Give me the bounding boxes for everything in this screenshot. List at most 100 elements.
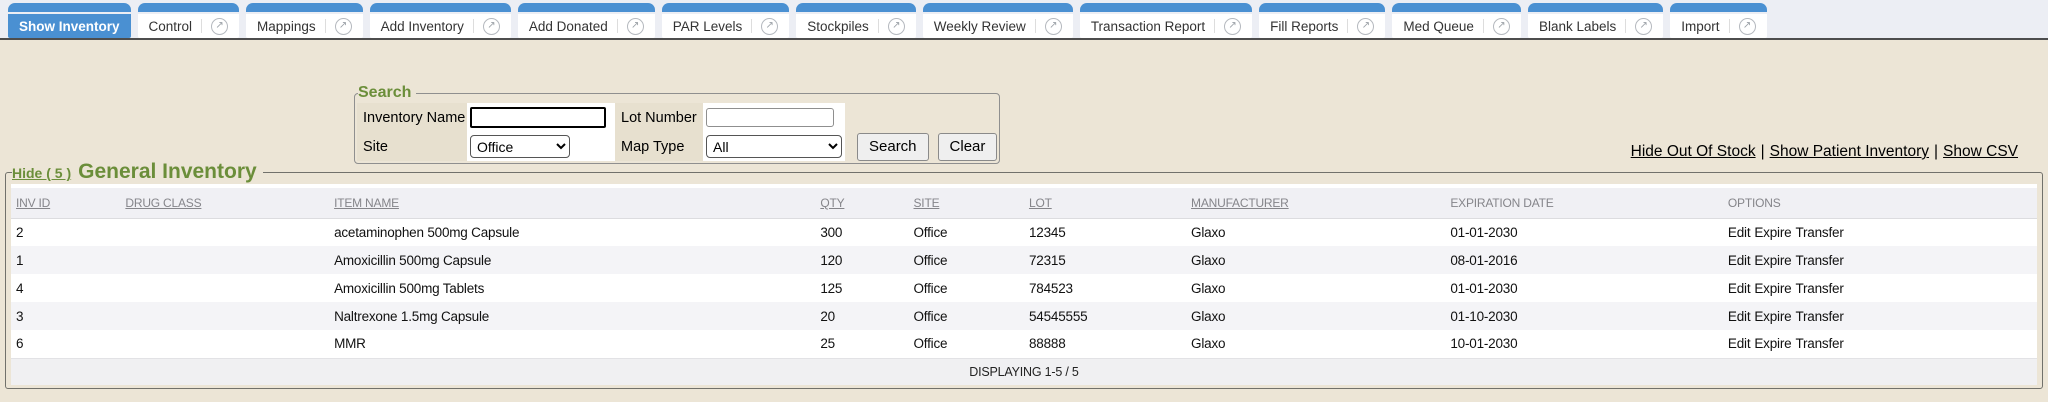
tab-stockpiles[interactable]: Stockpiles↗ — [796, 0, 916, 38]
cell-item-name: MMR — [329, 330, 815, 358]
column-header-drug-class[interactable]: DRUG CLASS — [120, 188, 329, 218]
transfer-link[interactable]: Transfer — [1795, 336, 1843, 351]
edit-link[interactable]: Edit — [1728, 309, 1750, 324]
tab-add-donated[interactable]: Add Donated↗ — [518, 0, 655, 38]
tab-cap — [1259, 3, 1385, 12]
tab-mappings[interactable]: Mappings ↗ — [246, 0, 363, 38]
tab-show-inventory[interactable]: Show Inventory — [8, 0, 131, 38]
tab-blank-labels[interactable]: Blank Labels↗ — [1528, 0, 1663, 38]
open-in-new-icon[interactable]: ↗ — [761, 18, 778, 35]
tab-fill-reports[interactable]: Fill Reports↗ — [1259, 0, 1385, 38]
clear-button[interactable]: Clear — [938, 133, 998, 161]
edit-link[interactable]: Edit — [1728, 281, 1750, 296]
transfer-link[interactable]: Transfer — [1795, 225, 1843, 240]
cell-options: Edit Expire Transfer — [1723, 246, 2037, 274]
open-in-new-icon[interactable]: ↗ — [1739, 18, 1756, 35]
search-grid: Inventory Name Lot Number Site Office Ma… — [357, 103, 997, 161]
show-patient-inventory-link[interactable]: Show Patient Inventory — [1770, 143, 1929, 160]
site-cell: Office — [467, 132, 615, 161]
open-in-new-icon[interactable]: ↗ — [627, 18, 644, 35]
tab-bar: Show InventoryControl↗Mappings↗Add Inven… — [0, 0, 2048, 40]
tab-cap — [370, 3, 511, 12]
tab-label: PAR Levels — [673, 19, 743, 34]
column-header-site[interactable]: SITE — [909, 188, 1024, 218]
expire-link[interactable]: Expire — [1754, 309, 1791, 324]
column-header-manufacturer[interactable]: MANUFACTURER — [1186, 188, 1445, 218]
open-in-new-icon[interactable]: ↗ — [1493, 18, 1510, 35]
tab-weekly-review[interactable]: Weekly Review↗ — [923, 0, 1073, 38]
hide-count-link[interactable]: Hide ( 5 ) — [12, 165, 71, 181]
general-inventory-panel: Hide ( 5 ) General Inventory INV IDDRUG … — [5, 160, 2043, 389]
general-inventory-title: General Inventory — [78, 160, 257, 184]
lot-number-input[interactable] — [706, 108, 834, 127]
cell-item-name: Naltrexone 1.5mg Capsule — [329, 302, 815, 330]
open-in-new-icon[interactable]: ↗ — [1357, 18, 1374, 35]
expire-link[interactable]: Expire — [1754, 336, 1791, 351]
expire-link[interactable]: Expire — [1754, 225, 1791, 240]
hide-out-of-stock-link[interactable]: Hide Out Of Stock — [1631, 143, 1756, 160]
general-inventory-legend: Hide ( 5 ) General Inventory — [12, 160, 263, 184]
cell-qty: 120 — [815, 246, 908, 274]
map-type-label: Map Type — [615, 132, 703, 161]
tab-add-inventory[interactable]: Add Inventory ↗ — [370, 0, 511, 38]
search-grid-spacer — [845, 103, 997, 132]
column-header-lot[interactable]: LOT — [1024, 188, 1186, 218]
tab-cap — [138, 3, 240, 12]
tab-par-levels[interactable]: PAR Levels ↗ — [662, 0, 790, 38]
inventory-row: 4Amoxicillin 500mg Tablets125Office78452… — [11, 274, 2037, 302]
map-type-cell: All — [703, 132, 845, 161]
tab-label: Add Inventory — [381, 19, 464, 34]
tab-divider — [473, 19, 474, 33]
cell-site: Office — [909, 274, 1024, 302]
inventory-row: 1Amoxicillin 500mg Capsule120Office72315… — [11, 246, 2037, 274]
cell-manufacturer: Glaxo — [1186, 246, 1445, 274]
tab-divider — [878, 19, 879, 33]
tab-label: Mappings — [257, 19, 316, 34]
lot-number-label: Lot Number — [615, 103, 703, 132]
edit-link[interactable]: Edit — [1728, 253, 1750, 268]
column-header-item-name[interactable]: ITEM NAME — [329, 188, 815, 218]
open-in-new-icon[interactable]: ↗ — [888, 18, 905, 35]
show-csv-link[interactable]: Show CSV — [1943, 143, 2018, 160]
tab-divider — [1347, 19, 1348, 33]
column-header-inv-id[interactable]: INV ID — [11, 188, 120, 218]
open-in-new-icon[interactable]: ↗ — [1045, 18, 1062, 35]
column-header-qty[interactable]: QTY — [815, 188, 908, 218]
expire-link[interactable]: Expire — [1754, 281, 1791, 296]
transfer-link[interactable]: Transfer — [1795, 309, 1843, 324]
site-select[interactable]: Office — [470, 135, 570, 158]
tab-body: Show Inventory — [8, 14, 131, 38]
open-in-new-icon[interactable]: ↗ — [211, 18, 228, 35]
tab-body: Import↗ — [1670, 14, 1766, 38]
expire-link[interactable]: Expire — [1754, 253, 1791, 268]
inventory-name-input[interactable] — [470, 107, 606, 128]
search-button[interactable]: Search — [857, 133, 929, 161]
edit-link[interactable]: Edit — [1728, 336, 1750, 351]
tab-cap — [662, 3, 790, 12]
tab-cap — [1670, 3, 1766, 12]
open-in-new-icon[interactable]: ↗ — [1224, 18, 1241, 35]
tab-import[interactable]: Import↗ — [1670, 0, 1766, 38]
lot-number-cell — [703, 103, 845, 132]
tab-med-queue[interactable]: Med Queue↗ — [1392, 0, 1521, 38]
cell-drug-class — [120, 330, 329, 358]
tab-divider — [1729, 19, 1730, 33]
search-buttons: Search Clear — [845, 132, 997, 161]
tab-body: PAR Levels ↗ — [662, 14, 790, 38]
transfer-link[interactable]: Transfer — [1795, 281, 1843, 296]
open-in-new-icon[interactable]: ↗ — [1635, 18, 1652, 35]
tab-transaction-report[interactable]: Transaction Report↗ — [1080, 0, 1252, 38]
open-in-new-icon[interactable]: ↗ — [335, 18, 352, 35]
tab-body: Blank Labels↗ — [1528, 14, 1663, 38]
open-in-new-icon[interactable]: ↗ — [483, 18, 500, 35]
cell-site: Office — [909, 218, 1024, 246]
cell-manufacturer: Glaxo — [1186, 302, 1445, 330]
edit-link[interactable]: Edit — [1728, 225, 1750, 240]
tab-control[interactable]: Control↗ — [138, 0, 240, 38]
table-footer-row: DISPLAYING 1-5 / 5 — [11, 358, 2037, 385]
map-type-select[interactable]: All — [706, 135, 842, 158]
search-panel: Search Inventory Name Lot Number Site Of… — [354, 84, 1000, 164]
tab-divider — [1214, 19, 1215, 33]
transfer-link[interactable]: Transfer — [1795, 253, 1843, 268]
cell-expiration-date: 01-10-2030 — [1445, 302, 1723, 330]
